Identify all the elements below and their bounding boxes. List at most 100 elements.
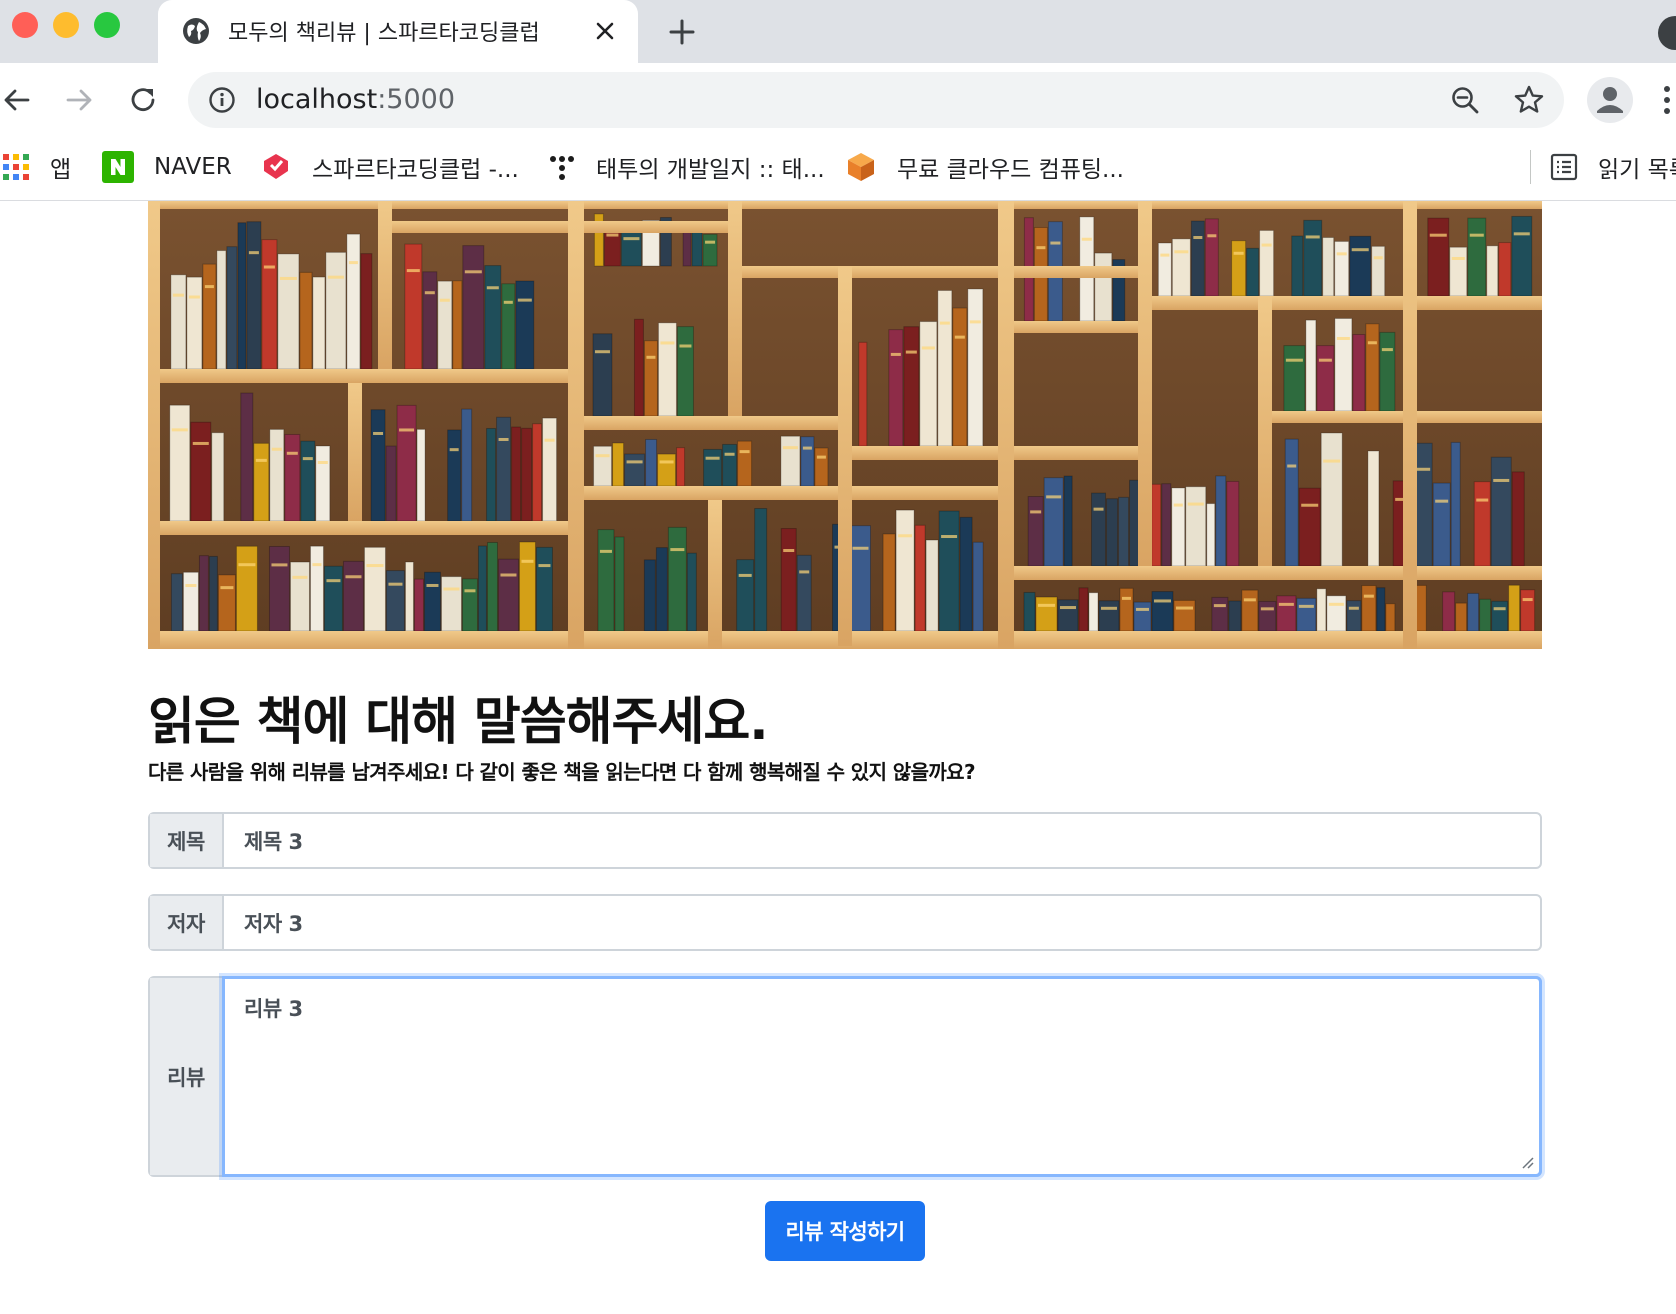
book-spine — [914, 524, 926, 632]
book-spine — [1491, 600, 1509, 632]
book-spine-band — [782, 446, 798, 450]
more-menu-icon[interactable] — [1662, 83, 1672, 117]
book-spine — [1185, 486, 1207, 567]
book-spine-band — [279, 276, 297, 280]
book-spine-band — [659, 460, 674, 464]
book-spine — [1473, 481, 1491, 567]
book-spine — [959, 516, 973, 632]
book-spine-band — [595, 454, 610, 458]
book-spine-band — [286, 451, 298, 455]
book-spine-band — [852, 546, 869, 550]
book-spine — [703, 448, 723, 487]
book-spine-band — [424, 291, 435, 295]
book-spine-band — [271, 563, 288, 567]
review-input-group: 리뷰 리뷰 3 — [148, 976, 1542, 1177]
info-icon[interactable] — [208, 86, 236, 114]
book-spine — [925, 539, 939, 632]
book-spine — [676, 447, 686, 487]
book-spine-band — [1373, 256, 1383, 260]
zoom-out-icon[interactable] — [1450, 85, 1480, 115]
book-spine-band — [969, 320, 981, 324]
book-spine-band — [326, 579, 341, 583]
book-spine — [1063, 475, 1073, 567]
book-spine-band — [1160, 253, 1170, 257]
book-spine-band — [544, 438, 555, 442]
book-spine-band — [185, 584, 197, 588]
book-spine — [413, 578, 424, 632]
book-spine — [226, 246, 238, 370]
book-spine — [315, 445, 331, 522]
reload-icon[interactable] — [126, 83, 160, 117]
book-spine-band — [388, 582, 403, 586]
submit-review-button[interactable]: 리뷰 작성하기 — [765, 1201, 925, 1261]
book-spine — [1467, 592, 1480, 632]
forward-icon[interactable] — [62, 83, 96, 117]
book-spine — [269, 428, 285, 522]
bookmark-naver[interactable]: NAVER — [102, 148, 232, 186]
profile-avatar-icon[interactable] — [1587, 77, 1633, 123]
book-spine — [1171, 487, 1186, 567]
book-spine — [169, 404, 191, 522]
book-spine — [1094, 252, 1113, 322]
minimize-window-button[interactable] — [53, 12, 79, 38]
book-spine — [796, 554, 812, 632]
book-spine — [268, 545, 290, 632]
book-spine — [686, 552, 697, 632]
book-spine-band — [799, 570, 810, 574]
book-spine — [972, 541, 984, 632]
book-spine-band — [1522, 598, 1533, 602]
book-spine — [1098, 600, 1120, 632]
tab-active[interactable]: 모두의 책리뷰 | 스파르타코딩클럽 — [158, 0, 638, 63]
book-spine-band — [738, 573, 752, 577]
book-spine-band — [498, 437, 509, 441]
book-spine-band — [890, 352, 901, 356]
resize-handle-icon[interactable] — [1520, 1155, 1534, 1169]
book-spine-band — [646, 355, 656, 359]
bookmark-star-icon[interactable] — [1513, 84, 1545, 116]
maximize-window-button[interactable] — [94, 12, 120, 38]
book-spine — [722, 443, 738, 487]
book-spine-band — [1287, 464, 1297, 468]
book-spine — [1027, 496, 1044, 567]
book-spine — [1173, 599, 1196, 632]
book-spine — [1171, 238, 1191, 297]
book-spine-band — [426, 583, 439, 587]
book-spine-band — [188, 295, 200, 299]
book-spine — [1151, 483, 1162, 567]
book-spine-band — [1207, 234, 1217, 238]
new-tab-icon[interactable] — [666, 16, 698, 48]
bookmarks-divider — [1530, 150, 1531, 184]
book-spine-band — [1328, 602, 1344, 606]
bookmark-sparta[interactable]: 스파르타코딩클럽 -... — [260, 148, 519, 186]
bookmark-apps[interactable]: 앱 — [2, 148, 71, 186]
back-icon[interactable] — [0, 83, 34, 117]
book-spine — [1043, 477, 1064, 567]
reading-list-button[interactable]: 읽기 목록 — [1550, 148, 1676, 186]
book-spine — [497, 558, 519, 632]
book-spine — [312, 276, 326, 370]
bookshelf-image — [148, 201, 1542, 649]
address-bar[interactable]: localhost:5000 — [188, 72, 1564, 128]
book-spine-band — [302, 457, 313, 461]
book-spine — [655, 547, 668, 632]
review-textarea[interactable]: 리뷰 3 — [222, 976, 1542, 1177]
tab-search-icon[interactable] — [1658, 16, 1676, 50]
title-input[interactable] — [224, 814, 1540, 867]
bookmark-tistory[interactable]: 태투의 개발일지 :: 태... — [548, 148, 825, 186]
book-spine-band — [348, 261, 358, 265]
close-icon[interactable] — [590, 16, 620, 46]
book-spine — [1498, 242, 1512, 297]
book-spine — [1091, 492, 1107, 567]
close-window-button[interactable] — [12, 12, 38, 38]
book-spine — [858, 341, 868, 447]
bookmark-aws[interactable]: 무료 클라우드 컴퓨팅... — [845, 148, 1124, 186]
author-input[interactable] — [224, 896, 1540, 949]
book-spine-band — [1285, 358, 1303, 362]
book-spine-band — [500, 573, 517, 577]
book-spine-band — [1175, 606, 1193, 610]
book-spine — [1303, 219, 1323, 297]
book-spine — [1204, 218, 1219, 297]
book-spine — [486, 541, 498, 632]
book-spine — [1258, 600, 1277, 632]
book-spine — [612, 442, 625, 487]
